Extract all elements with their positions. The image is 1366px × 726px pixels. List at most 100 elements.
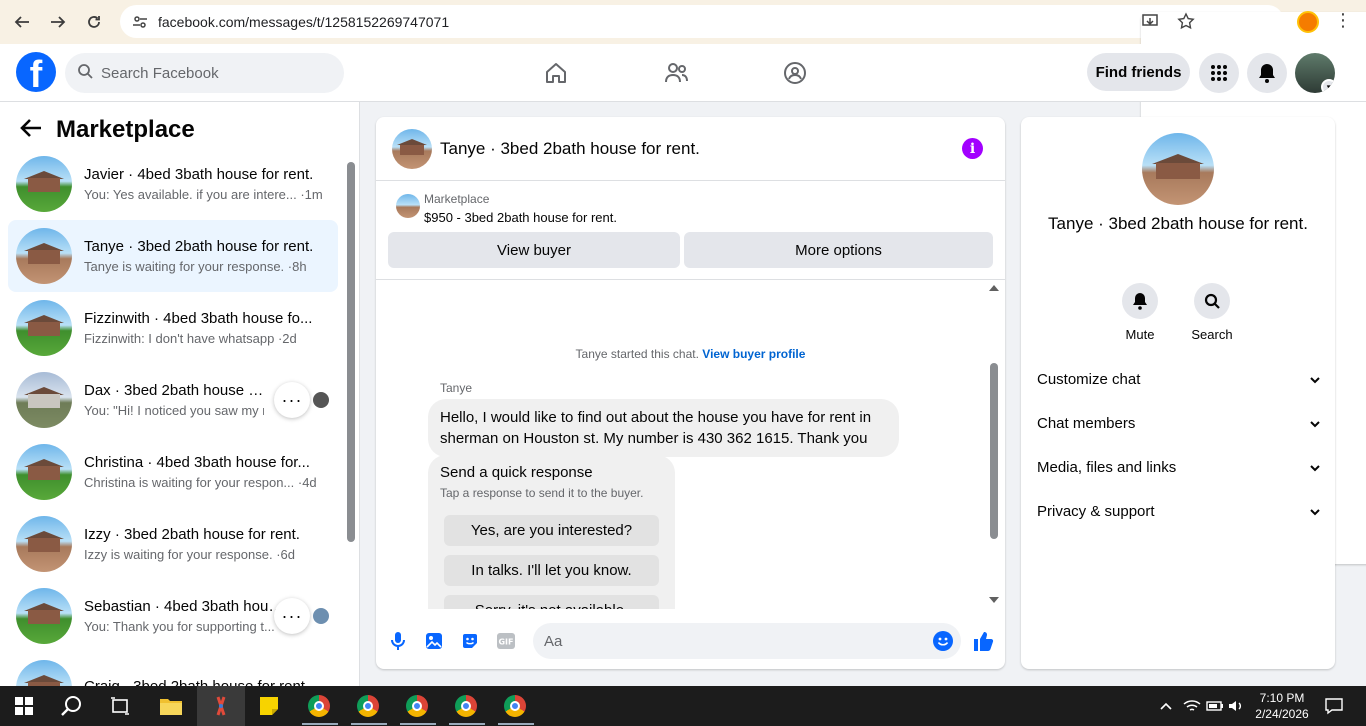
quick-reply-button[interactable]: Yes, are you interested? <box>444 515 659 546</box>
privacy-support-section[interactable]: Privacy & support <box>1037 491 1321 531</box>
quick-reply-button[interactable]: In talks. I'll let you know. <box>444 555 659 586</box>
thumbs-up-icon[interactable] <box>971 629 995 653</box>
home-icon[interactable] <box>542 59 570 87</box>
read-receipt-avatar <box>313 392 329 408</box>
conversation-preview: You: "Hi! I noticed you saw my m... <box>84 403 264 418</box>
browser-profile-icon[interactable] <box>1297 11 1319 33</box>
search-in-chat-button[interactable]: Search <box>1182 283 1242 342</box>
taskbar-search-icon[interactable] <box>58 692 86 720</box>
photo-icon[interactable] <box>423 630 445 652</box>
sidebar-scrollbar[interactable] <box>347 162 355 542</box>
windows-start-icon[interactable] <box>10 692 38 720</box>
back-arrow-icon[interactable] <box>20 118 42 143</box>
conversation-item[interactable]: Izzy · 3bed 2bath house for rent. Izzy is… <box>8 508 338 580</box>
view-buyer-button[interactable]: View buyer <box>388 232 680 268</box>
more-options-icon[interactable]: ··· <box>274 598 310 634</box>
chat-panel: Tanye · 3bed 2bath house for rent. i Mar… <box>376 117 1005 669</box>
running-indicator <box>302 723 338 725</box>
search-icon <box>1194 283 1230 319</box>
listing-thumbnail <box>16 588 72 644</box>
chat-members-section[interactable]: Chat members <box>1037 403 1321 443</box>
chrome-icon[interactable] <box>501 692 529 720</box>
conversation-name: Craig · 3bed 2bath house for rent. <box>84 677 310 687</box>
address-bar[interactable]: facebook.com/messages/t/1258152269747071 <box>120 5 1366 564</box>
microphone-icon[interactable] <box>387 630 409 652</box>
more-options-icon[interactable]: ··· <box>274 382 310 418</box>
gif-icon[interactable]: GIF <box>495 630 517 652</box>
media-files-links-section[interactable]: Media, files and links <box>1037 447 1321 487</box>
bell-icon <box>1122 283 1158 319</box>
chat-header: Tanye · 3bed 2bath house for rent. i <box>376 117 1005 181</box>
reload-icon[interactable] <box>81 9 107 35</box>
groups-icon[interactable] <box>781 59 809 87</box>
conversation-preview: You: Yes available. if you are intere...… <box>84 187 323 202</box>
info-icon[interactable]: i <box>962 138 983 159</box>
conversation-name: Sebastian · 4bed 3bath hous... <box>84 598 284 615</box>
search-box[interactable] <box>65 53 344 93</box>
listing-thumbnail <box>16 660 72 686</box>
scroll-down-arrow[interactable] <box>989 597 999 603</box>
back-arrow-icon[interactable] <box>9 9 35 35</box>
customize-chat-section[interactable]: Customize chat <box>1037 359 1321 399</box>
chevron-down-icon <box>1309 503 1321 520</box>
conversation-item[interactable]: Craig · 3bed 2bath house for rent. <box>8 652 338 686</box>
conversation-name: Christina · 4bed 3bath house for... <box>84 454 310 471</box>
sticker-icon[interactable] <box>459 630 481 652</box>
account-avatar[interactable]: ▾ <box>1295 53 1335 93</box>
more-options-button[interactable]: More options <box>684 232 993 268</box>
snipping-tool-icon[interactable] <box>207 692 235 720</box>
system-clock[interactable]: 7:10 PM 2/24/2026 <box>1254 690 1310 722</box>
mute-label: Mute <box>1125 327 1155 342</box>
file-explorer-icon[interactable] <box>157 692 185 720</box>
message-thread: Tanye started this chat. View buyer prof… <box>376 281 1005 609</box>
listing-price[interactable]: $950 - 3bed 2bath house for rent. <box>424 210 617 225</box>
chrome-icon[interactable] <box>305 692 333 720</box>
chat-details-avatar <box>1142 133 1214 205</box>
chevron-down-icon: ▾ <box>1321 79 1335 93</box>
scroll-up-arrow[interactable] <box>989 285 999 291</box>
chrome-icon[interactable] <box>403 692 431 720</box>
notification-center-icon[interactable] <box>1320 692 1348 720</box>
conversation-item[interactable]: Sebastian · 4bed 3bath hous... You: Thank… <box>8 580 338 652</box>
view-buyer-profile-link[interactable]: View buyer profile <box>702 347 805 361</box>
mute-button[interactable]: Mute <box>1110 283 1170 342</box>
site-settings-icon[interactable] <box>130 12 150 32</box>
quick-reply-button[interactable]: Sorry, it's not available. <box>444 595 659 609</box>
message-bubble[interactable]: Hello, I would like to find out about th… <box>428 399 899 457</box>
sticky-notes-icon[interactable] <box>255 692 283 720</box>
browser-menu-icon[interactable]: ⋮ <box>1334 10 1352 31</box>
conversation-item[interactable]: Dax · 3bed 2bath house for r... You: "Hi!… <box>8 364 338 436</box>
chrome-icon[interactable] <box>452 692 480 720</box>
task-view-icon[interactable] <box>106 692 134 720</box>
search-input[interactable] <box>101 64 321 82</box>
chat-started-notice: Tanye started this chat. View buyer prof… <box>575 347 806 361</box>
marketplace-sidebar: Marketplace Javier · 4bed 3bath house fo… <box>0 102 360 686</box>
conversation-list: Javier · 4bed 3bath house for rent. You: … <box>8 148 338 686</box>
friends-icon[interactable] <box>662 59 690 87</box>
volume-icon[interactable] <box>1222 692 1250 720</box>
chevron-up-icon[interactable] <box>1152 692 1180 720</box>
chat-details-name: Tanye · 3bed 2bath house for rent. <box>1048 214 1308 233</box>
chat-avatar[interactable] <box>392 128 432 169</box>
chrome-icon[interactable] <box>354 692 382 720</box>
message-input[interactable] <box>544 632 904 650</box>
conversation-preview: Tanye is waiting for your response. ·8h <box>84 259 307 274</box>
chat-scrollbar[interactable] <box>990 363 998 539</box>
listing-thumbnail <box>16 156 72 212</box>
message-input-field[interactable] <box>533 623 961 659</box>
chat-details-panel: Tanye · 3bed 2bath house for rent. Mute … <box>1021 117 1335 669</box>
facebook-logo-icon[interactable]: f <box>16 52 56 92</box>
conversation-item[interactable]: Javier · 4bed 3bath house for rent. You: … <box>8 148 338 220</box>
conversation-item[interactable]: Tanye · 3bed 2bath house for rent. Tanye … <box>8 220 338 292</box>
conversation-item[interactable]: Fizzinwith · 4bed 3bath house fo... Fizzi… <box>8 292 338 364</box>
facebook-header: f Find friends ▾ <box>0 44 1366 102</box>
url-text: facebook.com/messages/t/1258152269747071 <box>158 13 450 30</box>
forward-arrow-icon[interactable] <box>45 9 71 35</box>
conversation-item[interactable]: Christina · 4bed 3bath house for... Chris… <box>8 436 338 508</box>
emoji-icon[interactable] <box>933 631 953 651</box>
menu-grid-icon[interactable] <box>1199 53 1239 93</box>
notifications-bell-icon[interactable] <box>1247 53 1287 93</box>
find-friends-button[interactable]: Find friends <box>1087 53 1190 91</box>
quick-response-title: Send a quick response <box>440 464 593 481</box>
chat-title[interactable]: Tanye · 3bed 2bath house for rent. <box>440 139 700 159</box>
